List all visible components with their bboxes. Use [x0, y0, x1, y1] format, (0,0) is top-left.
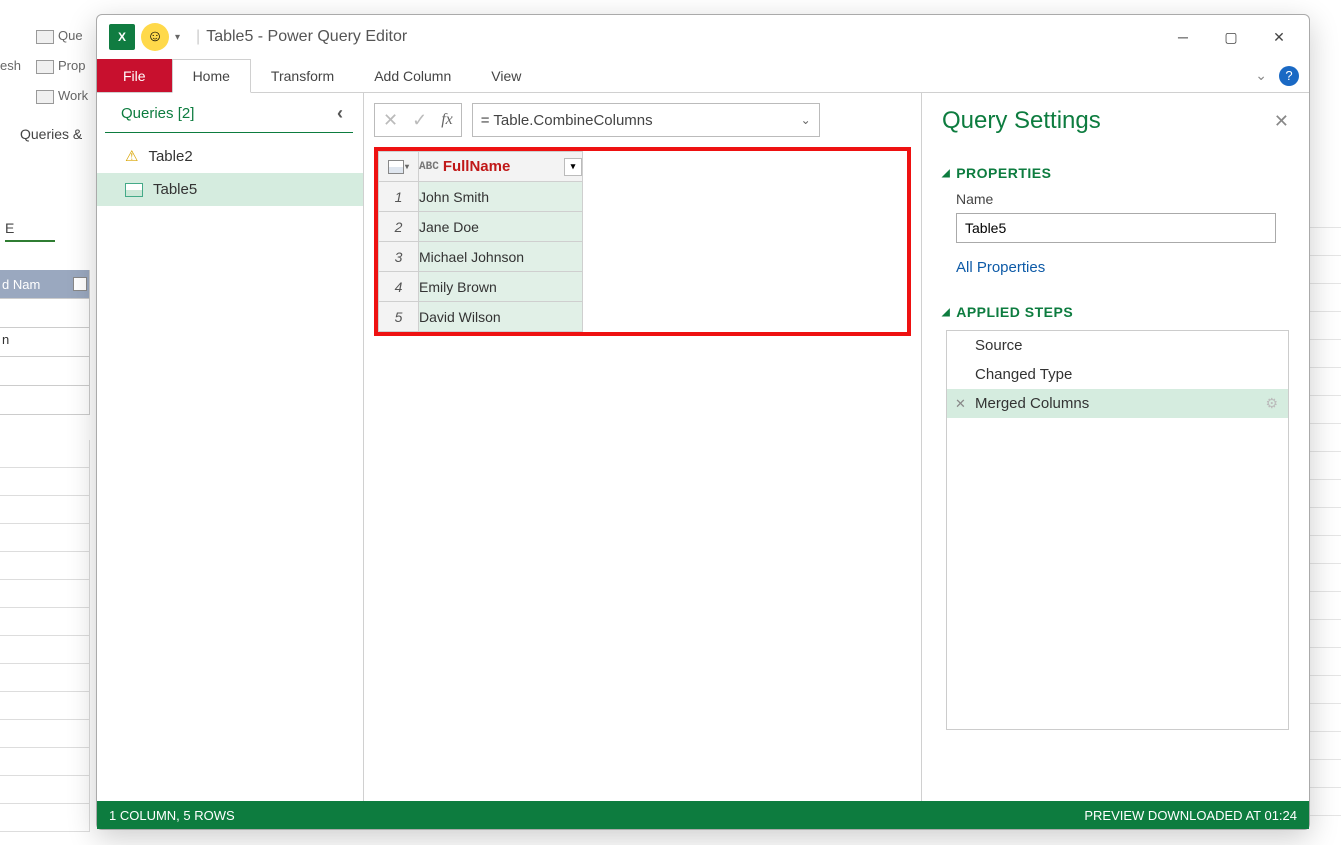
queries-pane: Queries [2] ‹ ⚠ Table2 Table5: [97, 93, 364, 801]
separator: |: [196, 28, 200, 46]
cell-value: Jane Doe: [419, 212, 583, 242]
applied-steps-section-header[interactable]: ◢ APPLIED STEPS: [942, 304, 1289, 320]
help-icon[interactable]: ?: [1279, 66, 1299, 86]
commit-formula-icon[interactable]: ✓: [412, 110, 427, 131]
row-number: 1: [379, 182, 419, 212]
cell-value: Michael Johnson: [419, 242, 583, 272]
tab-transform[interactable]: Transform: [251, 59, 354, 92]
formula-toolbar: ✕ ✓ fx: [374, 103, 462, 137]
step-changed-type[interactable]: Changed Type: [947, 360, 1288, 389]
query-item-table2[interactable]: ⚠ Table2: [97, 139, 363, 173]
table-row[interactable]: 1John Smith: [379, 182, 583, 212]
formula-expand-icon[interactable]: ⌄: [801, 113, 811, 127]
name-label: Name: [956, 191, 1289, 207]
close-button[interactable]: ✕: [1255, 18, 1303, 56]
step-merged-columns[interactable]: ✕ Merged Columns ⚙: [947, 389, 1288, 418]
settings-title: Query Settings: [942, 107, 1101, 135]
tab-view[interactable]: View: [471, 59, 541, 92]
caret-icon: ◢: [942, 307, 950, 318]
tab-home[interactable]: Home: [172, 59, 251, 93]
chevron-down-icon: ▾: [405, 162, 409, 171]
window-title: Table5 - Power Query Editor: [206, 28, 407, 46]
step-source[interactable]: Source: [947, 331, 1288, 360]
feedback-smiley-icon[interactable]: ☺: [141, 23, 169, 51]
gear-icon[interactable]: ⚙: [1265, 395, 1278, 412]
properties-section-header[interactable]: ◢ PROPERTIES: [942, 165, 1289, 181]
minimize-button[interactable]: ─: [1159, 18, 1207, 56]
table-icon: [125, 183, 143, 197]
table-row[interactable]: 2Jane Doe: [379, 212, 583, 242]
status-left: 1 COLUMN, 5 ROWS: [109, 808, 235, 823]
applied-steps-list: Source Changed Type ✕ Merged Columns ⚙: [946, 330, 1289, 730]
queries-pane-title: Queries [2]: [121, 105, 194, 122]
formula-text: = Table.CombineColumns: [481, 112, 653, 129]
query-item-label: Table2: [148, 148, 192, 165]
bg-ribbon-item: Prop: [36, 58, 85, 74]
column-filter-dropdown[interactable]: ▾: [564, 158, 582, 176]
bg-queries-label: Queries &: [20, 126, 82, 142]
tab-file[interactable]: File: [97, 59, 172, 92]
table-corner[interactable]: ▾: [379, 152, 419, 182]
cell-value: David Wilson: [419, 302, 583, 332]
query-item-label: Table5: [153, 181, 197, 198]
maximize-button[interactable]: ▢: [1207, 18, 1255, 56]
bg-column-e: E: [5, 220, 55, 242]
step-label: Changed Type: [975, 366, 1072, 383]
qat-dropdown[interactable]: ▾: [171, 30, 184, 45]
step-label: Source: [975, 337, 1023, 354]
table-row[interactable]: 3Michael Johnson: [379, 242, 583, 272]
ribbon-collapse-icon[interactable]: ⌄: [1255, 67, 1267, 84]
ribbon-tabs: File Home Transform Add Column View ⌄ ?: [97, 59, 1309, 93]
text-type-icon: ABC: [419, 161, 439, 173]
power-query-window: X ☺ ▾ | Table5 - Power Query Editor ─ ▢ …: [96, 14, 1310, 830]
status-right: PREVIEW DOWNLOADED AT 01:24: [1084, 808, 1297, 823]
row-number: 3: [379, 242, 419, 272]
column-header-fullname[interactable]: ABC FullName ▾: [419, 152, 583, 182]
bg-ribbon-item: Que: [36, 28, 83, 44]
all-properties-link[interactable]: All Properties: [956, 259, 1289, 276]
bg-ribbon-item: esh: [0, 58, 21, 73]
queries-collapse-icon[interactable]: ‹: [337, 103, 343, 124]
table-row[interactable]: 5David Wilson: [379, 302, 583, 332]
table-icon: [388, 160, 404, 174]
bg-partial-cells: d Nam▾ n: [0, 270, 90, 415]
excel-app-icon: X: [109, 24, 135, 50]
bg-ribbon-item: Work: [36, 88, 88, 104]
row-number: 2: [379, 212, 419, 242]
cancel-formula-icon[interactable]: ✕: [383, 110, 398, 131]
table-row[interactable]: 4Emily Brown: [379, 272, 583, 302]
cell-value: Emily Brown: [419, 272, 583, 302]
title-bar: X ☺ ▾ | Table5 - Power Query Editor ─ ▢ …: [97, 15, 1309, 59]
cell-value: John Smith: [419, 182, 583, 212]
status-bar: 1 COLUMN, 5 ROWS PREVIEW DOWNLOADED AT 0…: [97, 801, 1309, 829]
data-table: ▾ ABC FullName ▾ 1John Smith 2Jane Doe 3…: [378, 151, 583, 332]
data-preview-area: ✕ ✓ fx = Table.CombineColumns ⌄ ▾: [364, 93, 921, 801]
query-name-input[interactable]: [956, 213, 1276, 243]
column-name: FullName: [443, 158, 511, 175]
row-number: 4: [379, 272, 419, 302]
query-item-table5[interactable]: Table5: [97, 173, 363, 206]
warning-icon: ⚠: [125, 147, 138, 165]
delete-step-icon[interactable]: ✕: [955, 396, 966, 412]
query-settings-pane: Query Settings ✕ ◢ PROPERTIES Name All P…: [921, 93, 1309, 801]
step-label: Merged Columns: [975, 395, 1089, 412]
settings-close-icon[interactable]: ✕: [1274, 111, 1289, 132]
row-number: 5: [379, 302, 419, 332]
highlighted-table: ▾ ABC FullName ▾ 1John Smith 2Jane Doe 3…: [374, 147, 911, 336]
formula-bar[interactable]: = Table.CombineColumns ⌄: [472, 103, 820, 137]
fx-icon[interactable]: fx: [441, 111, 453, 129]
caret-icon: ◢: [942, 168, 950, 179]
tab-add-column[interactable]: Add Column: [354, 59, 471, 92]
